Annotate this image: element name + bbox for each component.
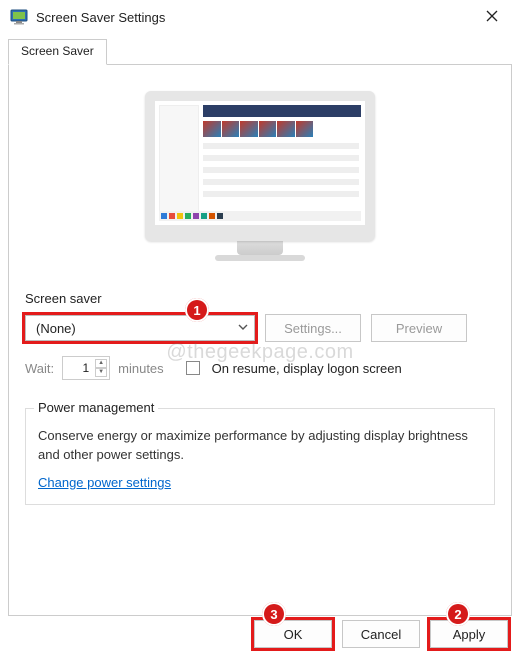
dialog-footer: OK Cancel Apply <box>254 620 508 648</box>
screensaver-section-label: Screen saver <box>25 291 495 306</box>
wait-minutes-input[interactable]: 1 ▲ ▼ <box>62 356 110 380</box>
tab-screen-saver[interactable]: Screen Saver <box>8 39 107 65</box>
preview-monitor-frame <box>145 91 375 241</box>
resume-checkbox-label: On resume, display logon screen <box>212 361 402 376</box>
close-icon <box>486 9 498 25</box>
spin-up-icon[interactable]: ▲ <box>95 359 107 368</box>
change-power-settings-link[interactable]: Change power settings <box>38 475 171 490</box>
spin-down-icon[interactable]: ▼ <box>95 368 107 377</box>
preview-monitor-screen <box>155 101 365 225</box>
close-button[interactable] <box>470 2 514 32</box>
cancel-button[interactable]: Cancel <box>342 620 420 648</box>
app-icon <box>10 8 28 26</box>
annotation-badge-1: 1 <box>185 298 209 322</box>
titlebar: Screen Saver Settings <box>0 0 520 34</box>
annotation-badge-2: 2 <box>446 602 470 626</box>
tab-panel: Screen saver (None) Settings... Preview … <box>8 64 512 616</box>
power-management-group: Power management Conserve energy or maxi… <box>25 408 495 505</box>
wait-row: Wait: 1 ▲ ▼ minutes On resume, display l… <box>25 356 495 380</box>
power-management-description: Conserve energy or maximize performance … <box>38 427 482 465</box>
tab-label: Screen Saver <box>21 44 94 58</box>
screensaver-settings-button[interactable]: Settings... <box>265 314 361 342</box>
preview-monitor-area <box>25 91 495 261</box>
wait-minutes-value: 1 <box>63 361 91 375</box>
ok-button[interactable]: OK <box>254 620 332 648</box>
tabstrip: Screen Saver <box>0 34 520 64</box>
screensaver-dropdown[interactable]: (None) <box>25 315 255 341</box>
apply-button[interactable]: Apply <box>430 620 508 648</box>
chevron-down-icon <box>238 322 248 335</box>
power-management-legend: Power management <box>34 400 158 415</box>
screensaver-preview-button[interactable]: Preview <box>371 314 467 342</box>
wait-unit: minutes <box>118 361 164 376</box>
screensaver-row: (None) Settings... Preview 1 <box>25 314 495 342</box>
screensaver-dropdown-value: (None) <box>36 321 238 336</box>
wait-label: Wait: <box>25 361 54 376</box>
window-title: Screen Saver Settings <box>36 10 470 25</box>
resume-checkbox[interactable] <box>186 361 200 375</box>
annotation-badge-3: 3 <box>262 602 286 626</box>
wait-spinner[interactable]: ▲ ▼ <box>95 359 107 377</box>
preview-monitor <box>145 91 375 261</box>
